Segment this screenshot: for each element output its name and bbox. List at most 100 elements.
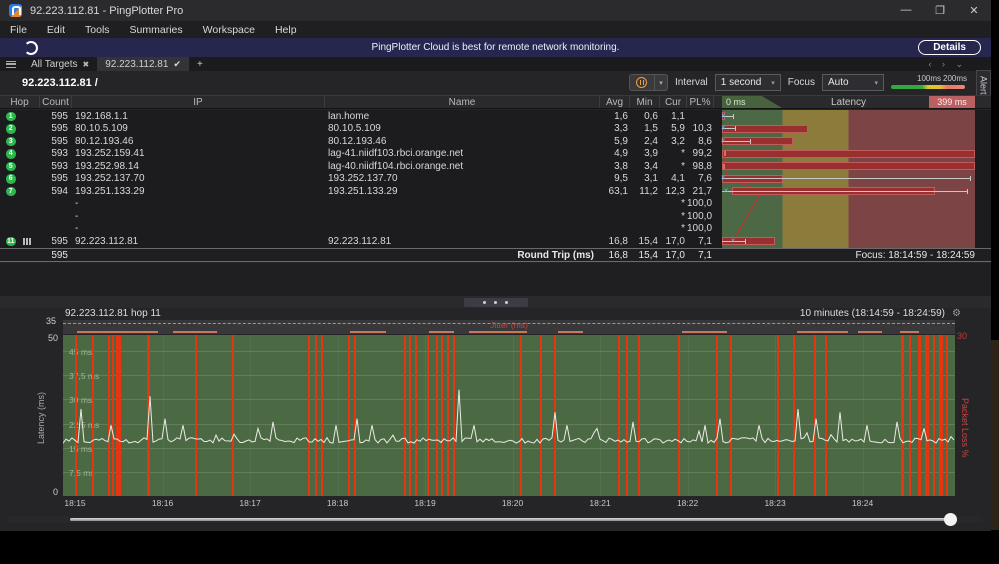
latency-axis-label: Latency (ms) <box>36 391 46 444</box>
close-button[interactable]: ✕ <box>957 4 991 17</box>
timeline-graph[interactable]: 45 ms 37,5 ms 30 ms 22,5 ms 15 ms 7,5 ms <box>63 335 955 496</box>
pause-button[interactable] <box>628 74 655 91</box>
legend-gradient-bar <box>891 85 965 89</box>
col-latency[interactable]: 0 ms Latency 399 ms <box>722 96 975 108</box>
cell-name: 92.223.112.81 <box>328 235 392 247</box>
menu-edit[interactable]: Edit <box>37 24 75 36</box>
timeline-scrollbar[interactable] <box>6 513 983 526</box>
menu-workspace[interactable]: Workspace <box>193 24 265 36</box>
jitter-segment <box>172 331 218 333</box>
jitter-segment <box>857 331 882 333</box>
jitter-segment <box>468 331 527 333</box>
table-row[interactable]: 5 593 193.252.98.14 lag-40.niidf104.rbci.or… <box>0 160 991 173</box>
legend-100ms: 100ms <box>917 74 942 83</box>
jitter-segment <box>711 331 724 333</box>
cell-name: 80.12.193.46 <box>328 135 387 147</box>
tab-bar: All Targets ✖ 92.223.112.81 ✔ + ‹ › ⌄ <box>0 57 991 71</box>
cell-cur: 1,1 <box>671 110 685 122</box>
time-tick-label: 18:22 <box>676 498 699 508</box>
avg-marker-icon: × <box>730 235 736 245</box>
cell-count: 593 <box>51 160 68 172</box>
cell-name: lan.home <box>328 110 370 122</box>
tab-all-targets[interactable]: All Targets ✖ <box>23 57 97 71</box>
avg-marker-icon: × <box>721 110 726 120</box>
time-tick-label: 18:23 <box>764 498 786 508</box>
table-row[interactable]: 11 595 92.223.112.81 92.223.112.81 16,8 15,4 1… <box>0 235 991 248</box>
menu-summaries[interactable]: Summaries <box>120 24 193 36</box>
table-row[interactable]: 6 595 193.252.137.70 193.252.137.70 9,5 3,1 4,… <box>0 173 991 186</box>
add-tab-button[interactable]: + <box>189 59 211 70</box>
latency-bar-cell: × <box>721 110 975 123</box>
hop-badge: 11 <box>6 236 16 246</box>
graph-focus-icon[interactable] <box>23 238 32 245</box>
interval-label: Interval <box>674 77 708 88</box>
interval-select[interactable]: 1 second ▾ <box>714 74 781 91</box>
title-bar: 92.223.112.81 - PingPlotter Pro — ❐ ✕ <box>0 0 991 21</box>
jitter-strip: Jitter (ms) <box>63 320 955 334</box>
cell-ip: 192.168.1.1 <box>75 110 128 122</box>
jitter-segment <box>558 331 584 333</box>
latency-whisker <box>722 178 970 179</box>
col-avg[interactable]: Avg <box>600 96 630 108</box>
details-button[interactable]: Details <box>918 40 981 55</box>
cell-ip: 80.10.5.109 <box>75 123 128 135</box>
hop-badge: 2 <box>6 124 16 134</box>
latency-whisker-cap <box>733 113 735 119</box>
latency-bar-cell: × <box>721 135 975 148</box>
tab-target-label: 92.223.112.81 <box>105 58 169 70</box>
close-tab-icon[interactable]: ✖ <box>83 60 90 69</box>
focus-value: Auto <box>828 77 849 88</box>
hamburger-icon[interactable] <box>6 60 16 68</box>
menu-help[interactable]: Help <box>265 24 307 36</box>
latency-trace <box>63 389 955 444</box>
scrollbar-range-bar[interactable] <box>70 518 952 521</box>
latency-bar-cell: × <box>722 235 975 248</box>
cell-cur: * <box>681 223 685 235</box>
tab-target[interactable]: 92.223.112.81 ✔ <box>97 57 189 71</box>
col-count[interactable]: Count <box>40 96 72 108</box>
cell-pl: 100,0 <box>687 223 713 235</box>
cell-min: 15,4 <box>638 235 658 247</box>
cell-name: lag-41.niidf103.rbci.orange.net <box>328 148 464 160</box>
cell-pl: 10,3 <box>692 123 712 135</box>
table-row[interactable]: - * 100,0 <box>0 198 991 211</box>
col-cur[interactable]: Cur <box>660 96 687 108</box>
menu-tools[interactable]: Tools <box>75 24 120 36</box>
time-tick-label: 18:17 <box>239 498 261 508</box>
hop-badge: 3 <box>6 136 16 146</box>
cell-cur: * <box>681 198 685 210</box>
time-tick-label: 18:19 <box>414 498 436 508</box>
cell-name: 193.252.137.70 <box>328 173 398 185</box>
menu-file[interactable]: File <box>0 24 37 36</box>
table-row[interactable]: 2 595 80.10.5.109 80.10.5.109 3,3 1,5 5,9 10,3 × <box>0 123 991 136</box>
splitter-grip-icon[interactable] <box>463 297 528 307</box>
cell-cur: 17,0 <box>665 235 685 247</box>
app-icon <box>9 4 22 17</box>
cell-cur: * <box>681 210 685 222</box>
gear-icon[interactable]: ⚙ <box>952 308 961 319</box>
table-row[interactable]: - * 100,0 <box>0 210 991 223</box>
minimize-button[interactable]: — <box>889 4 923 17</box>
maximize-button[interactable]: ❐ <box>923 4 957 17</box>
col-min[interactable]: Min <box>630 96 660 108</box>
tab-scroll-arrows[interactable]: ‹ › ⌄ <box>928 59 967 70</box>
col-name[interactable]: Name <box>325 96 600 108</box>
col-ip[interactable]: IP <box>72 96 325 108</box>
table-row[interactable]: - * 100,0 <box>0 223 991 236</box>
pause-dropdown-caret[interactable]: ▾ <box>654 74 668 91</box>
latency-bar-cell <box>722 198 975 211</box>
table-row[interactable]: 7 594 193.251.133.29 193.251.133.29 63,1 11,2… <box>0 185 991 198</box>
scrollbar-thumb[interactable] <box>944 513 957 526</box>
cell-count: 595 <box>51 235 68 247</box>
pane-splitter[interactable] <box>0 296 991 308</box>
table-row[interactable]: 1 595 192.168.1.1 lan.home 1,6 0,6 1,1 × <box>0 110 991 123</box>
packet-loss-axis-label: Packet Loss % <box>960 398 970 458</box>
table-row[interactable]: 3 595 80.12.193.46 80.12.193.46 5,9 2,4 3,2 8,6… <box>0 135 991 148</box>
cell-ip: 193.251.133.29 <box>75 185 145 197</box>
cell-avg: 4,9 <box>614 148 628 160</box>
table-row[interactable]: 4 593 193.252.159.41 lag-41.niidf103.rbci.o… <box>0 148 991 161</box>
round-trip-cur: 17,0 <box>665 249 685 261</box>
col-hop[interactable]: Hop <box>0 96 40 108</box>
col-pl[interactable]: PL% <box>687 96 714 108</box>
focus-select[interactable]: Auto ▾ <box>822 74 884 91</box>
